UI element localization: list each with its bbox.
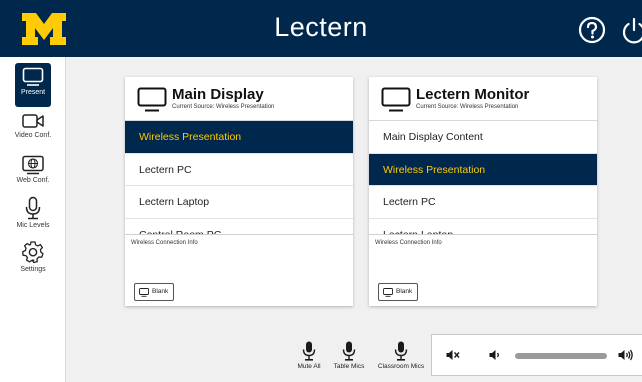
sidebar-item-present-highlight: Present	[15, 63, 51, 107]
main-display-panel: Main Display Current Source: Wireless Pr…	[125, 77, 353, 306]
panel-subtitle: Current Source: Wireless Presentation	[172, 104, 275, 110]
monitor-icon	[139, 288, 149, 297]
panel-header: Main Display Current Source: Wireless Pr…	[125, 77, 353, 121]
source-option[interactable]: Lectern PC	[125, 154, 353, 186]
panel-title: Lectern Monitor	[416, 86, 530, 103]
source-option[interactable]: Control Room PC	[125, 219, 353, 235]
volume-control	[431, 334, 642, 376]
sidebar-item-web-conf[interactable]: Web Conf.	[0, 155, 66, 184]
app-header: Lectern	[0, 0, 642, 57]
mute-icon[interactable]	[446, 349, 460, 361]
volume-slider[interactable]	[515, 353, 607, 359]
sidebar-item-video-conf[interactable]: Video Conf.	[0, 112, 66, 139]
source-option[interactable]: Wireless Presentation	[125, 121, 353, 154]
video-camera-icon	[22, 114, 44, 128]
source-option[interactable]: Lectern Laptop	[125, 186, 353, 219]
connection-info-label: Wireless Connection Info	[131, 240, 198, 246]
source-option[interactable]: Main Display Content	[369, 121, 597, 154]
monitor-icon	[22, 67, 44, 86]
sidebar-item-mic-levels[interactable]: Mic Levels	[0, 196, 66, 229]
connection-info: Wireless Connection Info Blank	[125, 234, 353, 306]
sidebar-item-label: Mic Levels	[16, 222, 50, 229]
sidebar-item-present[interactable]: Present	[0, 63, 66, 107]
microphone-icon	[302, 341, 316, 361]
sidebar-item-label: Settings	[20, 266, 46, 273]
source-list: Wireless Presentation Lectern PC Lectern…	[125, 121, 353, 234]
microphone-icon	[25, 196, 41, 220]
panel-title: Main Display	[172, 86, 264, 103]
power-icon[interactable]	[620, 16, 642, 44]
page-title: Lectern	[274, 12, 368, 42]
sidebar: Present Video Conf. Web Conf. Mic Levels	[0, 57, 66, 382]
source-option[interactable]: Wireless Presentation	[369, 153, 597, 186]
globe-monitor-icon	[22, 155, 44, 175]
sidebar-item-label: Web Conf.	[16, 177, 50, 184]
microphone-icon	[342, 341, 356, 361]
microphone-icon	[394, 341, 408, 361]
table-mics-button[interactable]: Table Mics	[328, 341, 370, 370]
source-list: Main Display Content Wireless Presentati…	[369, 121, 597, 234]
monitor-icon	[381, 87, 411, 112]
connection-info: Wireless Connection Info Blank	[369, 234, 597, 306]
panel-subtitle: Current Source: Wireless Presentation	[416, 104, 519, 110]
gear-icon	[22, 241, 44, 264]
sidebar-item-settings[interactable]: Settings	[0, 240, 66, 273]
table-mics-label: Table Mics	[333, 363, 365, 370]
sidebar-item-label: Video Conf.	[14, 132, 52, 139]
blank-button-label: Blank	[152, 288, 169, 295]
monitor-icon	[137, 87, 167, 112]
monitor-icon	[383, 288, 393, 297]
connection-info-label: Wireless Connection Info	[375, 240, 442, 246]
volume-down-icon[interactable]	[489, 349, 501, 361]
lectern-monitor-panel: Lectern Monitor Current Source: Wireless…	[369, 77, 597, 306]
source-option[interactable]: Lectern PC	[369, 186, 597, 219]
classroom-mics-button[interactable]: Classroom Mics	[374, 341, 428, 370]
blank-button[interactable]: Blank	[378, 283, 418, 301]
panel-header: Lectern Monitor Current Source: Wireless…	[369, 77, 597, 121]
blank-button-label: Blank	[396, 288, 413, 295]
classroom-mics-label: Classroom Mics	[377, 363, 425, 370]
blank-button[interactable]: Blank	[134, 283, 174, 301]
source-option[interactable]: Lectern Laptop	[369, 219, 597, 235]
help-icon[interactable]	[578, 16, 606, 44]
sidebar-item-label: Present	[20, 89, 46, 96]
volume-up-icon[interactable]	[618, 349, 634, 361]
